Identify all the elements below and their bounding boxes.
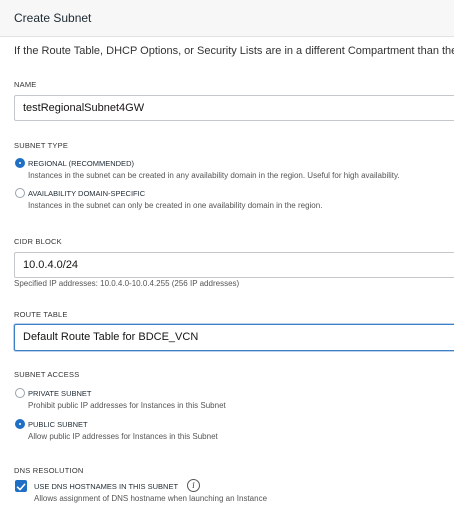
radio-availability-domain-description: Instances in the subnet can only be crea… bbox=[28, 201, 323, 210]
info-icon-glyph: i bbox=[192, 481, 195, 490]
dns-resolution-label: DNS RESOLUTION bbox=[14, 466, 84, 475]
radio-private-subnet-label[interactable]: PRIVATE SUBNET bbox=[28, 389, 91, 398]
cidr-block-help: Specified IP addresses: 10.0.4.0-10.0.4.… bbox=[14, 279, 240, 288]
dns-hostnames-description: Allows assignment of DNS hostname when l… bbox=[34, 494, 268, 503]
cidr-block-label: CIDR BLOCK bbox=[14, 237, 62, 246]
radio-regional-description: Instances in the subnet can be created i… bbox=[28, 171, 400, 180]
name-input[interactable]: testRegionalSubnet4GW bbox=[14, 95, 454, 121]
route-table-value: Default Route Table for BDCE_VCN bbox=[23, 331, 199, 343]
route-table-select[interactable]: Default Route Table for BDCE_VCN bbox=[14, 324, 454, 351]
dialog-title: Create Subnet bbox=[14, 11, 92, 25]
radio-regional-label[interactable]: REGIONAL (RECOMMENDED) bbox=[28, 159, 134, 168]
radio-public-subnet-label[interactable]: PUBLIC SUBNET bbox=[28, 420, 88, 429]
radio-private-subnet[interactable] bbox=[15, 388, 25, 398]
dialog-title-bar: Create Subnet bbox=[0, 0, 454, 37]
radio-regional[interactable] bbox=[15, 158, 25, 168]
radio-private-subnet-description: Prohibit public IP addresses for Instanc… bbox=[28, 401, 226, 410]
name-label: NAME bbox=[14, 80, 37, 89]
subnet-access-label: SUBNET ACCESS bbox=[14, 370, 80, 379]
route-table-label: ROUTE TABLE bbox=[14, 310, 68, 319]
info-circle-icon[interactable]: i bbox=[187, 479, 200, 492]
cidr-block-input[interactable]: 10.0.4.0/24 bbox=[14, 252, 454, 278]
dns-hostnames-checkbox[interactable] bbox=[15, 480, 27, 492]
radio-availability-domain-label[interactable]: AVAILABILITY DOMAIN-SPECIFIC bbox=[28, 189, 145, 198]
radio-availability-domain[interactable] bbox=[15, 188, 25, 198]
checkmark-icon bbox=[16, 483, 26, 491]
radio-public-subnet-description: Allow public IP addresses for Instances … bbox=[28, 432, 218, 441]
subnet-type-label: SUBNET TYPE bbox=[14, 141, 69, 150]
compartment-notice: If the Route Table, DHCP Options, or Sec… bbox=[14, 45, 454, 57]
dns-hostnames-checkbox-label[interactable]: USE DNS HOSTNAMES IN THIS SUBNET bbox=[34, 482, 178, 491]
radio-public-subnet[interactable] bbox=[15, 419, 25, 429]
cidr-block-value: 10.0.4.0/24 bbox=[23, 259, 79, 271]
name-input-value: testRegionalSubnet4GW bbox=[23, 102, 145, 114]
